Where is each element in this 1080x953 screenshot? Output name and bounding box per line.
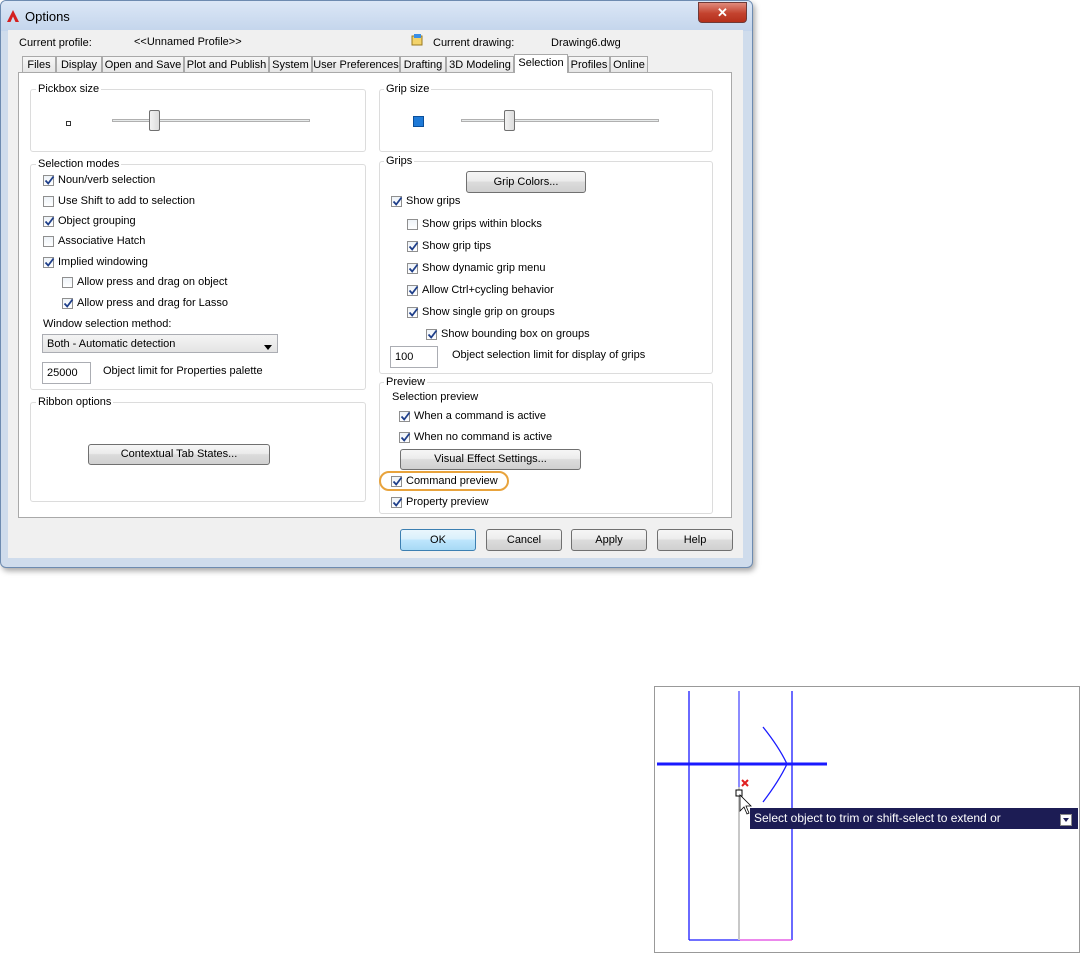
cancel-button[interactable]: Cancel: [486, 529, 562, 551]
press-drag-object-checkbox[interactable]: [62, 277, 73, 288]
help-button[interactable]: Help: [657, 529, 733, 551]
bounding-box-label: Show bounding box on groups: [441, 328, 590, 340]
grip-limit-input[interactable]: 100: [390, 346, 438, 368]
tab-drafting[interactable]: Drafting: [400, 56, 446, 72]
drawing-icon: [411, 33, 424, 46]
command-active-label: When a command is active: [414, 410, 547, 422]
tab-system[interactable]: System: [269, 56, 312, 72]
associative-hatch-label: Associative Hatch: [58, 235, 146, 247]
single-grip-label: Show single grip on groups: [422, 306, 555, 318]
window-title: Options: [25, 9, 70, 24]
dropdown-icon[interactable]: [1060, 812, 1072, 826]
tab-user-preferences[interactable]: User Preferences: [312, 56, 400, 72]
press-drag-lasso-checkbox[interactable]: [62, 298, 74, 309]
object-grouping-label: Object grouping: [58, 215, 136, 227]
chevron-down-icon: [264, 341, 272, 353]
close-button[interactable]: ✕: [698, 2, 747, 23]
show-grips-label: Show grips: [406, 195, 461, 207]
bounding-box-checkbox[interactable]: [426, 329, 438, 340]
press-drag-lasso-label: Allow press and drag for Lasso: [77, 297, 229, 309]
implied-windowing-label: Implied windowing: [58, 256, 148, 268]
grip-size-slider-thumb[interactable]: [504, 110, 515, 131]
command-preview-checkbox[interactable]: [391, 476, 403, 487]
associative-hatch-checkbox[interactable]: [43, 236, 54, 247]
tab-files[interactable]: Files: [22, 56, 56, 72]
single-grip-checkbox[interactable]: [407, 307, 419, 318]
press-drag-object-label: Allow press and drag on object: [77, 276, 228, 288]
pickbox-slider-track[interactable]: [112, 119, 310, 122]
title-bar: [1, 1, 752, 31]
property-preview-label: Property preview: [406, 496, 489, 508]
grip-tips-checkbox[interactable]: [407, 241, 419, 252]
object-limit-input[interactable]: 25000: [42, 362, 91, 384]
close-icon: ✕: [717, 5, 728, 20]
tab-3d-modeling[interactable]: 3D Modeling: [446, 56, 514, 72]
command-tooltip: Select object to trim or shift-select to…: [750, 808, 1078, 829]
ctrl-cycling-label: Allow Ctrl+cycling behavior: [422, 284, 554, 296]
tab-display[interactable]: Display: [56, 56, 102, 72]
property-preview-checkbox[interactable]: [391, 497, 403, 508]
tab-selection[interactable]: Selection: [514, 54, 568, 73]
implied-windowing-checkbox[interactable]: [43, 257, 55, 268]
tab-plot-and-publish[interactable]: Plot and Publish: [184, 56, 269, 72]
grips-title: Grips: [384, 155, 415, 167]
dynamic-grip-menu-checkbox[interactable]: [407, 263, 419, 274]
ribbon-options-title: Ribbon options: [36, 396, 114, 408]
pickbox-slider-thumb[interactable]: [149, 110, 161, 131]
current-profile-value: <<Unnamed Profile>>: [134, 36, 242, 48]
object-limit-label: Object limit for Properties palette: [103, 365, 263, 377]
grips-within-blocks-checkbox[interactable]: [407, 219, 418, 230]
visual-effect-settings-button[interactable]: Visual Effect Settings...: [400, 449, 581, 470]
no-command-active-checkbox[interactable]: [399, 432, 411, 443]
use-shift-checkbox[interactable]: [43, 196, 54, 207]
window-method-label: Window selection method:: [43, 318, 172, 330]
ctrl-cycling-checkbox[interactable]: [407, 285, 419, 296]
use-shift-label: Use Shift to add to selection: [58, 195, 195, 207]
command-active-checkbox[interactable]: [399, 411, 411, 422]
grip-colors-button[interactable]: Grip Colors...: [466, 171, 586, 193]
noun-verb-label: Noun/verb selection: [58, 174, 156, 186]
command-tooltip-text: Select object to trim or shift-select to…: [754, 811, 1001, 825]
selection-modes-title: Selection modes: [36, 158, 122, 170]
pickbox-size-title: Pickbox size: [36, 83, 102, 95]
show-grips-checkbox[interactable]: [391, 196, 403, 207]
selection-preview-label: Selection preview: [392, 391, 479, 403]
grip-size-preview: [413, 116, 424, 127]
current-drawing-label: Current drawing:: [433, 37, 515, 49]
grip-size-slider-track[interactable]: [461, 119, 659, 122]
tab-profiles[interactable]: Profiles: [568, 56, 610, 72]
grips-within-blocks-label: Show grips within blocks: [422, 218, 542, 230]
dynamic-grip-menu-label: Show dynamic grip menu: [422, 262, 546, 274]
window-method-dropdown[interactable]: Both - Automatic detection: [42, 334, 278, 353]
x-marker-icon: [741, 779, 749, 787]
ok-button[interactable]: OK: [400, 529, 476, 551]
apply-button[interactable]: Apply: [571, 529, 647, 551]
command-preview-label: Command preview: [406, 475, 498, 487]
current-drawing-value: Drawing6.dwg: [551, 37, 621, 49]
grip-size-title: Grip size: [384, 83, 432, 95]
grip-tips-label: Show grip tips: [422, 240, 492, 252]
contextual-tab-states-button[interactable]: Contextual Tab States...: [88, 444, 270, 465]
window-method-value: Both - Automatic detection: [47, 338, 176, 350]
tab-online[interactable]: Online: [610, 56, 648, 72]
autocad-app-icon: [6, 9, 20, 23]
current-profile-label: Current profile:: [19, 37, 92, 49]
object-grouping-checkbox[interactable]: [43, 216, 55, 227]
preview-title: Preview: [384, 376, 428, 388]
grip-limit-label: Object selection limit for display of gr…: [452, 349, 646, 361]
no-command-active-label: When no command is active: [414, 431, 553, 443]
tab-open-and-save[interactable]: Open and Save: [102, 56, 184, 72]
pickbox-preview: [66, 121, 71, 126]
noun-verb-checkbox[interactable]: [43, 175, 55, 186]
